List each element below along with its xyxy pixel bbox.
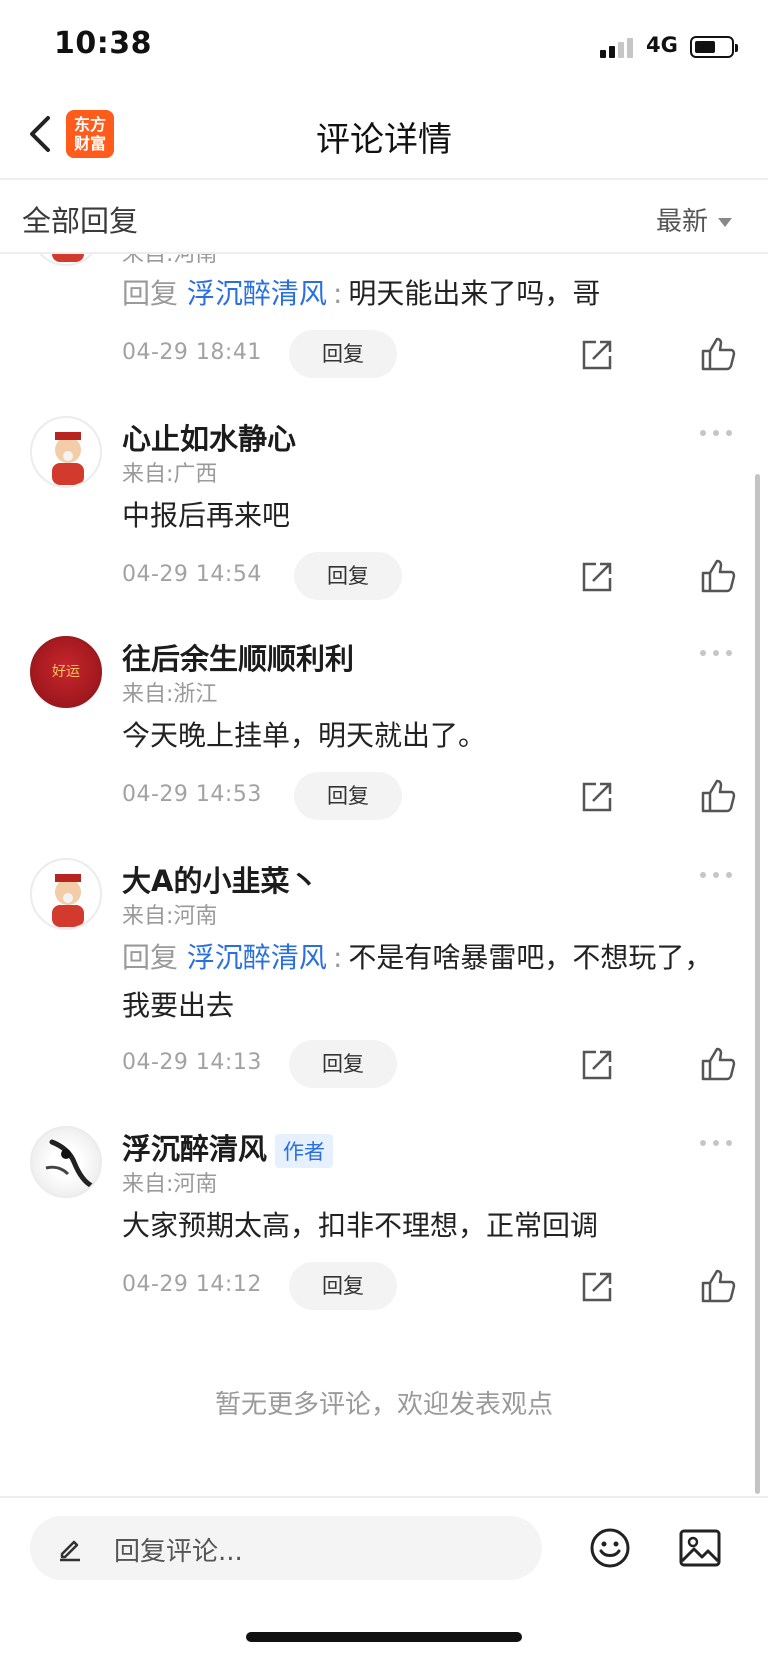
reply-button[interactable]: 回复: [294, 552, 402, 600]
battery-icon: [690, 36, 738, 58]
comment-input-bar: 回复评论...: [0, 1496, 768, 1663]
reply-button[interactable]: 回复: [289, 1040, 397, 1088]
like-icon[interactable]: [700, 1046, 736, 1082]
author-name: 浮沉醉清风: [122, 1132, 268, 1166]
comment-location: 来自:浙江: [122, 682, 218, 707]
comment-username[interactable]: 心止如水静心: [122, 416, 296, 458]
share-icon[interactable]: [580, 780, 614, 814]
nav-bar: 东方 财富 评论详情: [0, 92, 768, 180]
mention-link[interactable]: 浮沉醉清风: [187, 277, 327, 310]
comment-list[interactable]: 来自:河南 回复 浮沉醉清风: 明天能出来了吗，哥 04-29 18:41 回复 …: [0, 254, 768, 1496]
more-icon[interactable]: [700, 870, 734, 880]
reply-button[interactable]: 回复: [289, 330, 397, 378]
comment-time: 04-29 18:41: [122, 340, 262, 365]
comment-location: 来自:广西: [122, 462, 218, 487]
comment-username[interactable]: 往后余生顺顺利利: [122, 636, 354, 678]
reply-input[interactable]: 回复评论...: [30, 1516, 542, 1580]
like-icon[interactable]: [700, 558, 736, 594]
avatar[interactable]: [30, 254, 102, 266]
comment-location: 来自:河南: [122, 1172, 218, 1197]
comment-time: 04-29 14:12: [122, 1272, 262, 1297]
sort-label: 最新: [655, 207, 708, 237]
pen-icon: [60, 1540, 80, 1562]
comment-text: 大家预期太高，扣非不理想，正常回调: [122, 1209, 599, 1242]
comment-username[interactable]: 大A的小韭菜丶: [122, 858, 318, 900]
reply-prefix: 回复: [122, 277, 179, 310]
share-icon[interactable]: [580, 338, 614, 372]
scrollbar[interactable]: [755, 474, 760, 1494]
like-icon[interactable]: [700, 778, 736, 814]
author-badge: 作者: [275, 1134, 334, 1168]
avatar[interactable]: [30, 1126, 102, 1198]
avatar[interactable]: [30, 416, 102, 488]
reply-input-placeholder: 回复评论...: [114, 1537, 243, 1567]
comment-time: 04-29 14:54: [122, 562, 262, 587]
share-icon[interactable]: [580, 1270, 614, 1304]
avatar[interactable]: 好运: [30, 636, 102, 708]
reply-prefix: 回复: [122, 941, 179, 974]
sort-dropdown[interactable]: 最新: [656, 201, 732, 238]
reply-button[interactable]: 回复: [289, 1262, 397, 1310]
reply-header: 全部回复 最新: [0, 180, 768, 254]
more-icon[interactable]: [700, 428, 734, 438]
avatar[interactable]: [30, 858, 102, 930]
like-icon[interactable]: [700, 336, 736, 372]
all-replies-label: 全部回复: [22, 204, 139, 238]
page-title: 评论详情: [316, 120, 452, 160]
share-icon[interactable]: [580, 1048, 614, 1082]
signal-icon: [600, 36, 640, 58]
comment-location: 来自:河南: [122, 904, 218, 929]
caret-down-icon: [718, 218, 732, 227]
no-more-comments: 暂无更多评论，欢迎发表观点: [214, 1390, 553, 1420]
mention-link[interactable]: 浮沉醉清风: [187, 941, 327, 974]
more-icon[interactable]: [700, 1138, 734, 1148]
network-label: 4G: [646, 33, 678, 57]
comment-text: 回复 浮沉醉清风: 明天能出来了吗，哥: [122, 277, 601, 310]
reply-button[interactable]: 回复: [294, 772, 402, 820]
emoji-icon[interactable]: [588, 1526, 632, 1570]
status-bar: 10:38 4G: [0, 0, 768, 92]
home-indicator[interactable]: [246, 1632, 522, 1642]
comment-username[interactable]: 浮沉醉清风 作者: [122, 1126, 334, 1168]
status-time: 10:38: [54, 26, 152, 61]
comment-text: 回复 浮沉醉清风: 不是有啥暴雷吧，不想玩了，我要出去: [122, 941, 713, 1022]
comment-text: 今天晚上挂单，明天就出了。: [122, 719, 487, 752]
image-icon[interactable]: [678, 1528, 722, 1568]
more-icon[interactable]: [700, 648, 734, 658]
comment-text: 中报后再来吧: [122, 499, 291, 532]
comment-time: 04-29 14:53: [122, 782, 262, 807]
comment-body: 明天能出来了吗，哥: [348, 277, 601, 310]
comment-time: 04-29 14:13: [122, 1050, 262, 1075]
like-icon[interactable]: [700, 1268, 736, 1304]
share-icon[interactable]: [580, 560, 614, 594]
comment-location: 来自:河南: [122, 254, 218, 267]
